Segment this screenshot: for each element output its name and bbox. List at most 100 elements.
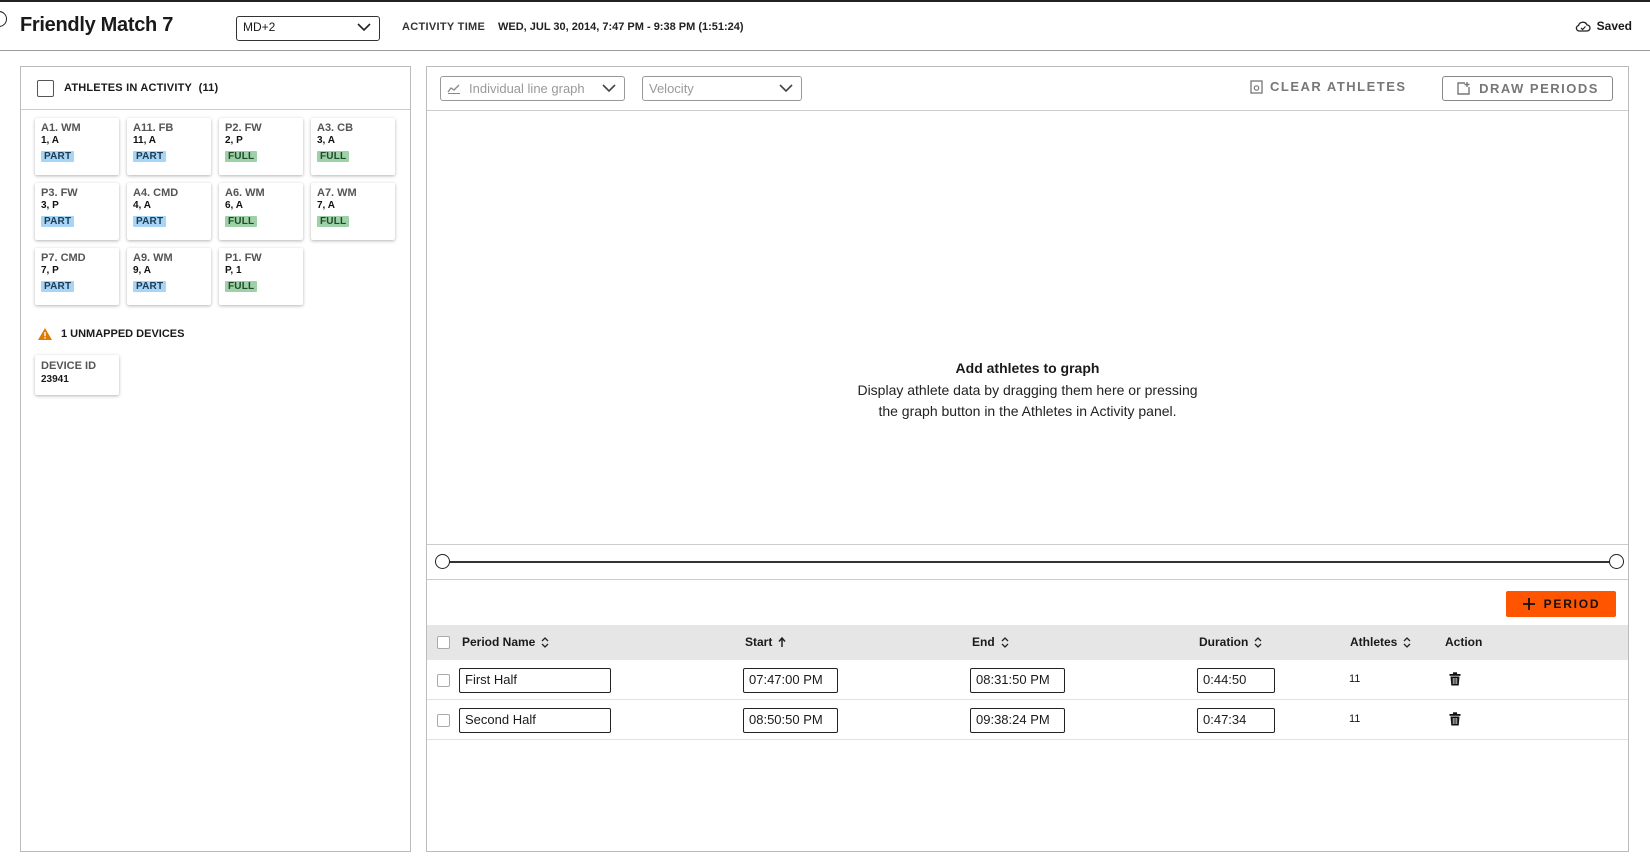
athlete-card[interactable]: A4. CMD 4, A PART — [127, 183, 211, 240]
col-end[interactable]: End — [972, 635, 1009, 649]
athlete-number: 11, A — [133, 135, 156, 146]
athlete-position: A11. FB — [133, 122, 174, 134]
col-action: Action — [1445, 635, 1483, 649]
time-range-slider — [427, 544, 1628, 580]
athlete-card[interactable]: A3. CB 3, A FULL — [311, 118, 395, 175]
athlete-position: A6. WM — [225, 187, 265, 199]
add-period-button[interactable]: PERIOD — [1506, 591, 1616, 617]
period-end-input[interactable]: 08:31:50 PM — [970, 668, 1065, 693]
graph-drop-area[interactable]: Add athletes to graph Display athlete da… — [427, 112, 1628, 544]
device-card[interactable]: DEVICE ID 23941 — [35, 355, 119, 395]
athlete-position: A3. CB — [317, 122, 354, 134]
delete-period-button[interactable] — [1449, 672, 1461, 691]
col-duration[interactable]: Duration — [1199, 635, 1262, 649]
delete-period-button[interactable] — [1449, 712, 1461, 731]
period-name-input[interactable]: First Half — [459, 668, 611, 693]
draw-periods-button[interactable]: DRAW PERIODS — [1442, 76, 1613, 101]
md-select[interactable]: MD+2 — [236, 16, 380, 41]
trash-icon — [1449, 672, 1461, 686]
athlete-position: A7. WM — [317, 187, 357, 199]
col-period-name[interactable]: Period Name — [462, 635, 549, 649]
graph-panel: Individual line graph Velocity CLEAR ATH… — [426, 66, 1629, 852]
athlete-card[interactable]: A6. WM 6, A FULL — [219, 183, 303, 240]
athlete-number: 6, A — [225, 200, 243, 211]
athlete-number: 2, P — [225, 135, 243, 146]
athlete-number: 7, P — [41, 265, 59, 276]
athlete-position: P7. CMD — [41, 252, 86, 264]
device-id-value: 23941 — [41, 374, 69, 385]
graph-empty-line1: Display athlete data by dragging them he… — [857, 382, 1198, 398]
athlete-position: P3. FW — [41, 187, 78, 199]
participation-badge: FULL — [225, 151, 258, 162]
athlete-card[interactable]: A1. WM 1, A PART — [35, 118, 119, 175]
slider-end-handle[interactable] — [1609, 554, 1624, 569]
add-period-label: PERIOD — [1543, 597, 1601, 611]
cloud-saved-icon — [1575, 21, 1591, 32]
col-start[interactable]: Start — [745, 635, 786, 649]
athletes-header-label: ATHLETES IN ACTIVITY (11) — [64, 82, 219, 94]
athlete-number: 9, A — [133, 265, 151, 276]
clear-athletes-button[interactable]: CLEAR ATHLETES — [1250, 79, 1407, 94]
participation-badge: PART — [133, 216, 167, 227]
device-id-label: DEVICE ID — [41, 360, 97, 372]
period-row: Second Half 08:50:50 PM 09:38:24 PM 0:47:34… — [427, 700, 1628, 740]
metric-select[interactable]: Velocity — [642, 76, 802, 101]
sort-up-icon — [778, 637, 786, 647]
graph-type-select[interactable]: Individual line graph — [440, 76, 625, 101]
select-all-athletes-checkbox[interactable] — [37, 79, 54, 97]
athletes-panel: ATHLETES IN ACTIVITY (11) A1. WM 1, A PART… — [20, 66, 411, 852]
athletes-panel-header: ATHLETES IN ACTIVITY (11) — [21, 67, 410, 110]
athlete-number: 3, A — [317, 135, 335, 146]
period-row-checkbox[interactable] — [437, 674, 450, 687]
period-name-input[interactable]: Second Half — [459, 708, 611, 733]
athlete-number: P, 1 — [225, 265, 242, 276]
activity-time-label: ACTIVITY TIME — [402, 21, 486, 33]
athlete-card[interactable]: P7. CMD 7, P PART — [35, 248, 119, 305]
participation-badge: PART — [41, 151, 75, 162]
athlete-card[interactable]: A11. FB 11, A PART — [127, 118, 211, 175]
draw-periods-label: DRAW PERIODS — [1479, 81, 1599, 96]
clear-icon — [1250, 79, 1263, 94]
sort-icon — [1001, 636, 1009, 648]
graph-type-value: Individual line graph — [469, 81, 585, 96]
draw-period-icon — [1457, 82, 1470, 95]
graph-toolbar: Individual line graph Velocity CLEAR ATH… — [427, 67, 1628, 111]
period-start-input[interactable]: 07:47:00 PM — [743, 668, 838, 693]
athlete-position: P2. FW — [225, 122, 262, 134]
col-athletes[interactable]: Athletes — [1350, 635, 1411, 649]
sort-icon — [541, 636, 549, 648]
athlete-cards: A1. WM 1, A PART A11. FB 11, A PART P2. FW 2, P… — [21, 110, 410, 305]
period-start-input[interactable]: 08:50:50 PM — [743, 708, 838, 733]
participation-badge: PART — [41, 216, 75, 227]
chevron-down-icon — [357, 23, 371, 32]
clear-athletes-label: CLEAR ATHLETES — [1270, 79, 1407, 94]
periods-table: Period Name Start End Duration Athletes … — [427, 625, 1628, 740]
unmapped-devices: 1 UNMAPPED DEVICES — [37, 327, 410, 341]
athlete-position: A4. CMD — [133, 187, 179, 199]
back-icon[interactable] — [0, 11, 7, 27]
top-bar: Friendly Match 7 MD+2 ACTIVITY TIME WED,… — [0, 0, 1650, 51]
sort-icon — [1254, 636, 1262, 648]
athlete-card[interactable]: A9. WM 9, A PART — [127, 248, 211, 305]
athlete-card[interactable]: P3. FW 3, P PART — [35, 183, 119, 240]
participation-badge: FULL — [317, 216, 350, 227]
period-end-input[interactable]: 09:38:24 PM — [970, 708, 1065, 733]
metric-value: Velocity — [649, 81, 694, 96]
periods-table-body: First Half 07:47:00 PM 08:31:50 PM 0:44:50 1… — [427, 660, 1628, 740]
athlete-card[interactable]: A7. WM 7, A FULL — [311, 183, 395, 240]
chevron-down-icon — [779, 84, 793, 93]
select-all-periods-checkbox[interactable] — [437, 636, 450, 649]
period-duration-input[interactable]: 0:47:34 — [1197, 708, 1275, 733]
period-row-checkbox[interactable] — [437, 714, 450, 727]
trash-icon — [1449, 712, 1461, 726]
activity-time-value: WED, JUL 30, 2014, 7:47 PM - 9:38 PM (1:… — [498, 21, 744, 33]
slider-start-handle[interactable] — [435, 554, 450, 569]
graph-empty-message: Add athletes to graph Display athlete da… — [427, 360, 1628, 422]
athlete-card[interactable]: P2. FW 2, P FULL — [219, 118, 303, 175]
athlete-card[interactable]: P1. FW P, 1 FULL — [219, 248, 303, 305]
plus-icon — [1522, 598, 1535, 610]
athlete-position: A9. WM — [133, 252, 173, 264]
participation-badge: FULL — [317, 151, 350, 162]
period-duration-input[interactable]: 0:44:50 — [1197, 668, 1275, 693]
slider-track[interactable] — [442, 561, 1616, 563]
